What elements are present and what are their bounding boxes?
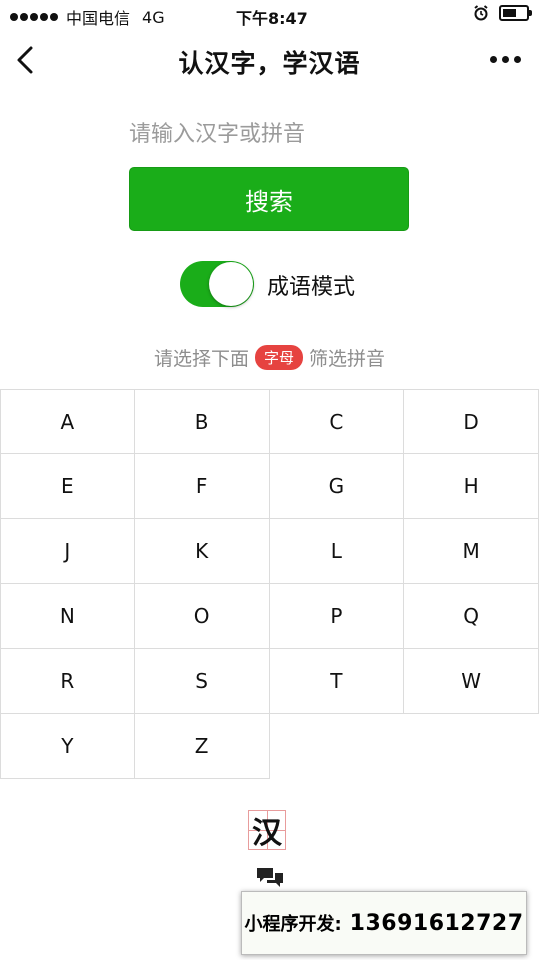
hint-suffix: 筛选拼音	[309, 348, 386, 370]
search-input[interactable]	[129, 112, 409, 156]
letter-cell-y[interactable]: Y	[0, 714, 135, 779]
letter-cell-p[interactable]: P	[269, 584, 405, 649]
letter-cell-g[interactable]: G	[269, 454, 405, 519]
contact-banner: 小程序开发: 13691612727	[241, 891, 527, 955]
letter-cell-b[interactable]: B	[134, 389, 270, 454]
chat-bubbles-icon[interactable]	[256, 866, 284, 890]
search-button[interactable]: 搜索	[129, 167, 409, 231]
letter-cell-k[interactable]: K	[134, 519, 270, 584]
idiom-mode-switch[interactable]	[180, 261, 254, 307]
hint-prefix: 请选择下面	[153, 348, 249, 370]
alarm-clock-icon	[474, 5, 488, 21]
nav-bar: 认汉字，学汉语	[0, 30, 539, 90]
more-dots-icon[interactable]	[490, 56, 521, 63]
status-bar: 中国电信 4G 下午8:47	[0, 0, 539, 30]
letter-cell-f[interactable]: F	[134, 454, 270, 519]
status-right	[473, 5, 532, 21]
carrier-name: 中国电信	[66, 9, 131, 28]
signal-strength-icon	[10, 13, 58, 21]
letter-cell-t[interactable]: T	[269, 649, 405, 714]
letter-cell-c[interactable]: C	[269, 389, 405, 454]
contact-label: 小程序开发:	[244, 914, 342, 935]
letter-hint: 请选择下面 字母 筛选拼音	[0, 344, 539, 371]
battery-icon	[499, 5, 532, 21]
status-left: 中国电信 4G	[10, 5, 165, 29]
letter-cell-s[interactable]: S	[134, 649, 270, 714]
letter-cell-n[interactable]: N	[0, 584, 135, 649]
letter-cell-q[interactable]: Q	[404, 584, 539, 649]
letter-badge: 字母	[254, 345, 303, 370]
letter-cell-o[interactable]: O	[134, 584, 270, 649]
letter-cell-e[interactable]: E	[0, 454, 135, 519]
battery-level	[503, 9, 516, 17]
letter-cell-l[interactable]: L	[269, 519, 405, 584]
page-title: 认汉字，学汉语	[178, 49, 361, 78]
letter-cell-r[interactable]: R	[0, 649, 135, 714]
idiom-mode-label: 成语模式	[267, 275, 356, 300]
letter-cell-z[interactable]: Z	[134, 714, 270, 779]
han-character-logo: 汉	[248, 810, 286, 851]
letter-grid: ABCD EFGH JKLM NOPQ RSTW YZ	[0, 389, 539, 779]
letter-cell-w[interactable]: W	[404, 649, 539, 714]
network-type: 4G	[142, 7, 165, 27]
contact-phone: 13691612727	[349, 910, 524, 936]
letter-cell-h[interactable]: H	[404, 454, 539, 519]
status-time: 下午8:47	[236, 9, 308, 28]
letter-cell-m[interactable]: M	[404, 519, 539, 584]
letter-cell-j[interactable]: J	[0, 519, 135, 584]
letter-cell-d[interactable]: D	[404, 389, 539, 454]
letter-cell-a[interactable]: A	[0, 389, 135, 454]
switch-knob	[209, 262, 253, 306]
